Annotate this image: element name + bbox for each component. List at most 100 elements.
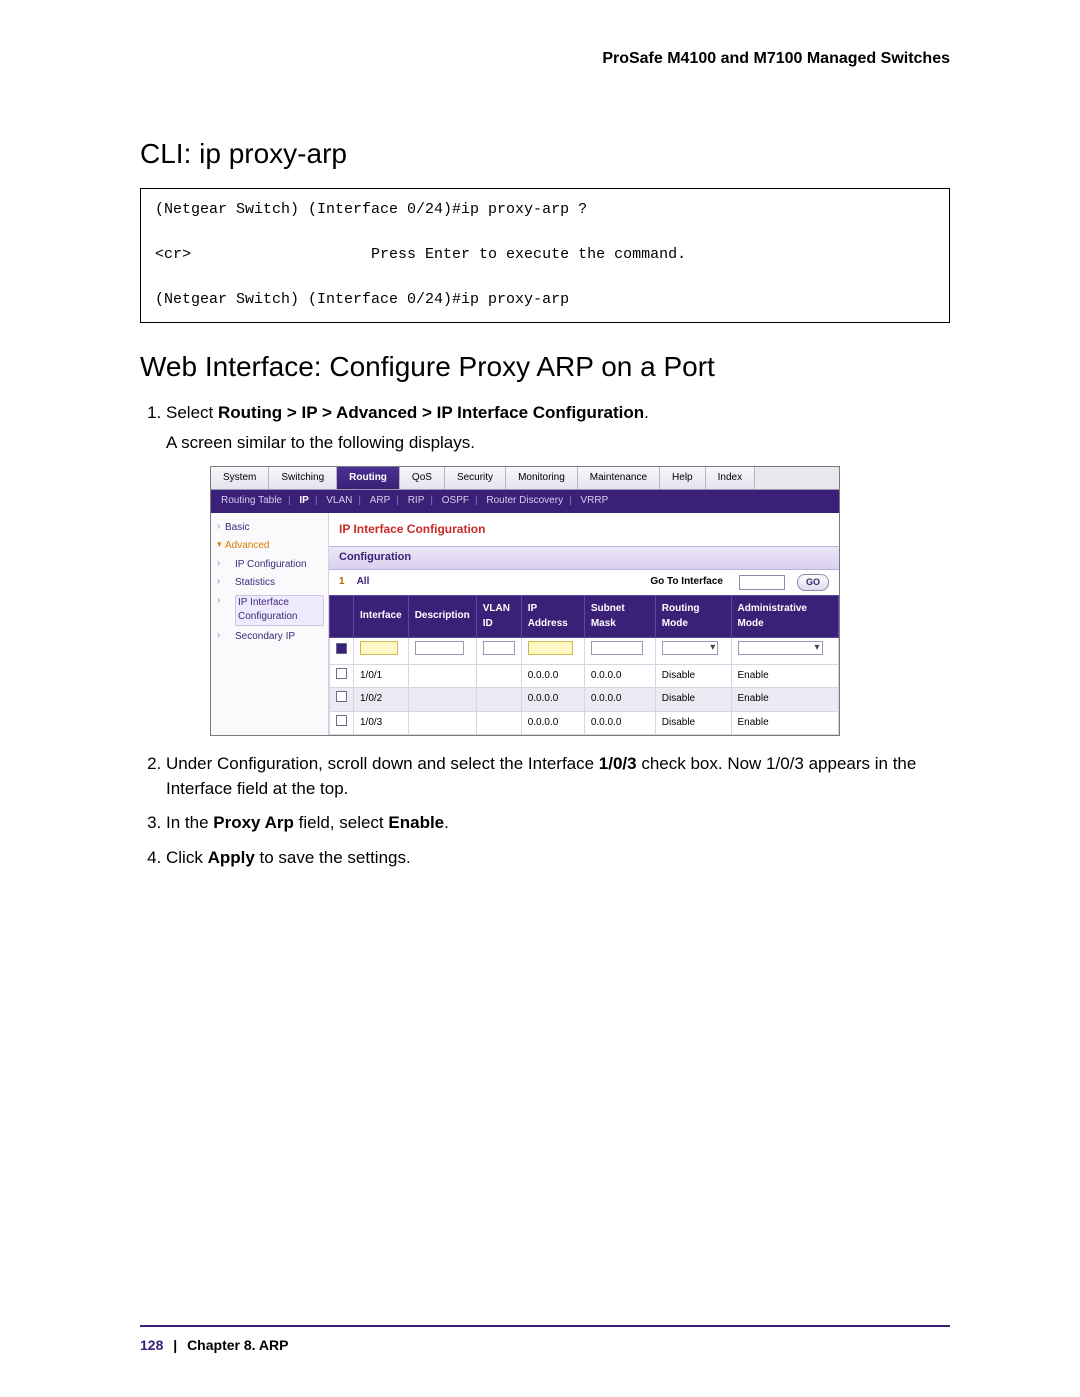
cell-mask: 0.0.0.0 [584,664,655,688]
subtab-ospf[interactable]: OSPF [442,495,469,506]
select-all-checkbox[interactable] [336,643,347,654]
panel-title: IP Interface Configuration [329,519,839,546]
dropdown-admin-mode[interactable] [738,641,823,655]
cell-interface: 1/0/2 [354,688,409,712]
step-4-text-c: to save the settings. [255,848,411,867]
sidebar-advanced[interactable]: Advanced [217,537,324,556]
tab-monitoring[interactable]: Monitoring [506,467,578,490]
step-2: Under Configuration, scroll down and sel… [166,752,950,801]
step-1-sub: A screen similar to the following displa… [166,431,950,456]
subtab-arp[interactable]: ARP [370,495,391,506]
step-3: In the Proxy Arp field, select Enable. [166,811,950,836]
interface-table: Interface Description VLAN ID IP Address… [329,595,839,735]
secondary-tabs: Routing Table| IP| VLAN| ARP| RIP| OSPF|… [211,490,839,513]
step-4-button: Apply [208,848,255,867]
tab-security[interactable]: Security [445,467,506,490]
tab-routing[interactable]: Routing [337,467,400,490]
subtab-rip[interactable]: RIP [408,495,425,506]
col-subnet-mask: Subnet Mask [584,596,655,638]
tab-maintenance[interactable]: Maintenance [578,467,660,490]
input-ip-address[interactable] [528,641,573,655]
filter-index[interactable]: 1 [339,575,345,590]
cell-rmode: Disable [655,664,731,688]
step-3-text-e: . [444,813,449,832]
page-number: 128 [140,1337,163,1353]
row-checkbox[interactable] [336,715,347,726]
col-routing-mode: Routing Mode [655,596,731,638]
col-admin-mode: Administrative Mode [731,596,838,638]
main-panel: IP Interface Configuration Configuration… [329,513,839,735]
cell-ip: 0.0.0.0 [521,664,584,688]
step-3-field: Proxy Arp [213,813,294,832]
step-2-text-a: Under Configuration, scroll down and sel… [166,754,599,773]
step-4-text-a: Click [166,848,208,867]
cell-rmode: Disable [655,711,731,735]
cell-vlan [476,664,521,688]
input-description[interactable] [415,641,465,655]
subtab-router-discovery[interactable]: Router Discovery [486,495,563,506]
subtab-routing-table[interactable]: Routing Table [221,495,282,506]
step-1-text-c: . [644,403,649,422]
sidebar-statistics[interactable]: Statistics [217,574,324,593]
step-4: Click Apply to save the settings. [166,846,950,871]
cell-rmode: Disable [655,688,731,712]
cell-interface: 1/0/3 [354,711,409,735]
cell-description [408,688,476,712]
goto-interface-label: Go To Interface [650,575,723,590]
input-vlan-id[interactable] [483,641,515,655]
filter-all[interactable]: All [357,575,370,590]
tab-index[interactable]: Index [706,467,755,490]
sidebar-ip-configuration[interactable]: IP Configuration [217,556,324,575]
cell-amode: Enable [731,664,838,688]
doc-header: ProSafe M4100 and M7100 Managed Switches [140,50,950,68]
goto-interface-input[interactable] [739,575,785,590]
step-1-text-a: Select [166,403,218,422]
sidebar: Basic Advanced IP Configuration Statisti… [211,513,329,735]
input-subnet-mask[interactable] [591,641,643,655]
cell-description [408,711,476,735]
table-input-row [330,638,839,665]
step-1: Select Routing > IP > Advanced > IP Inte… [166,401,950,737]
col-description: Description [408,596,476,638]
subtab-ip[interactable]: IP [299,495,308,506]
subtab-vlan[interactable]: VLAN [326,495,352,506]
go-button[interactable]: GO [797,574,829,591]
sidebar-secondary-ip[interactable]: Secondary IP [217,628,324,647]
tab-system[interactable]: System [211,467,269,490]
cli-code-block: (Netgear Switch) (Interface 0/24)#ip pro… [140,188,950,323]
table-row: 1/0/3 0.0.0.0 0.0.0.0 Disable Enable [330,711,839,735]
cell-vlan [476,688,521,712]
step-3-text-a: In the [166,813,213,832]
primary-tabs: System Switching Routing QoS Security Mo… [211,467,839,491]
dropdown-routing-mode[interactable] [662,641,718,655]
sidebar-ip-interface-configuration[interactable]: IP Interface Configuration [217,593,324,628]
table-row: 1/0/2 0.0.0.0 0.0.0.0 Disable Enable [330,688,839,712]
input-interface[interactable] [360,641,398,655]
steps-list: Select Routing > IP > Advanced > IP Inte… [140,401,950,871]
tab-qos[interactable]: QoS [400,467,445,490]
cell-ip: 0.0.0.0 [521,688,584,712]
configuration-bar: Configuration [329,546,839,570]
cell-amode: Enable [731,688,838,712]
sidebar-basic[interactable]: Basic [217,519,324,538]
footer-separator: | [173,1337,177,1353]
cell-amode: Enable [731,711,838,735]
page-footer: 128 | Chapter 8. ARP [140,1337,288,1353]
col-ip-address: IP Address [521,596,584,638]
section-web-title: Web Interface: Configure Proxy ARP on a … [140,351,950,383]
row-checkbox[interactable] [336,691,347,702]
subtab-vrrp[interactable]: VRRP [580,495,608,506]
col-interface: Interface [354,596,409,638]
tab-switching[interactable]: Switching [269,467,337,490]
cell-vlan [476,711,521,735]
cell-mask: 0.0.0.0 [584,711,655,735]
cell-mask: 0.0.0.0 [584,688,655,712]
tab-help[interactable]: Help [660,467,706,490]
table-row: 1/0/1 0.0.0.0 0.0.0.0 Disable Enable [330,664,839,688]
footer-chapter: Chapter 8. ARP [187,1337,288,1353]
footer-rule [140,1325,950,1327]
step-2-iface: 1/0/3 [599,754,637,773]
row-checkbox[interactable] [336,668,347,679]
col-checkbox [330,596,354,638]
step-3-value: Enable [388,813,444,832]
